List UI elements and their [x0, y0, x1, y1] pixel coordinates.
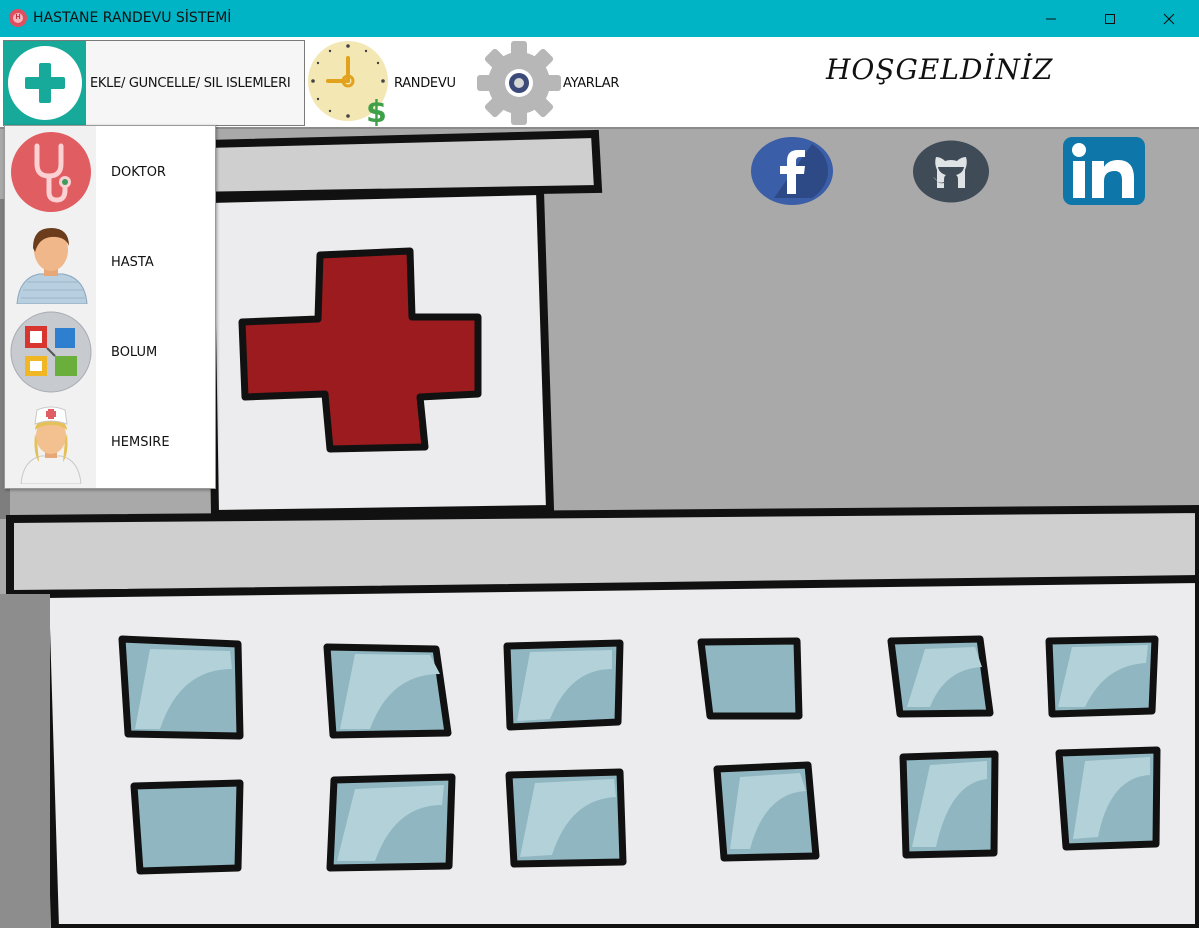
- github-icon[interactable]: [912, 140, 990, 203]
- menu-item-hasta[interactable]: HASTA: [5, 217, 215, 307]
- app-window: H HASTANE RANDEVU SİSTEMİ EKLE/ GUNCELLE…: [0, 0, 1199, 928]
- linkedin-icon[interactable]: [1062, 136, 1146, 206]
- menu-label-bolum: BOLUM: [111, 344, 158, 360]
- clock-dollar-icon: $: [308, 41, 388, 126]
- menu-label-doktor: DOKTOR: [111, 164, 166, 180]
- department-icon: [5, 307, 96, 397]
- welcome-text: HOŞGELDİNİZ: [826, 53, 1054, 86]
- menu-label-hemsire: HEMSIRE: [111, 434, 170, 450]
- svg-text:$: $: [366, 95, 387, 126]
- menu-item-bolum[interactable]: BOLUM: [5, 307, 215, 397]
- ekle-guncelle-sil-button[interactable]: EKLE/ GUNCELLE/ SIL ISLEMLERI: [3, 40, 305, 126]
- ayarlar-button[interactable]: AYARLAR: [477, 40, 637, 126]
- menu-item-doktor[interactable]: DOKTOR: [5, 127, 215, 217]
- nurse-icon: [5, 397, 96, 487]
- close-button[interactable]: [1140, 0, 1198, 37]
- menu-item-hemsire[interactable]: HEMSIRE: [5, 397, 215, 487]
- maximize-button[interactable]: [1081, 0, 1139, 37]
- facebook-icon[interactable]: [750, 136, 834, 206]
- minimize-icon: [1046, 18, 1056, 19]
- window-title: HASTANE RANDEVU SİSTEMİ: [33, 10, 232, 26]
- plus-icon: [4, 41, 86, 125]
- ayarlar-label: AYARLAR: [563, 75, 620, 91]
- maximize-icon: [1105, 13, 1115, 24]
- randevu-label: RANDEVU: [394, 75, 456, 91]
- app-logo-icon: H: [9, 9, 27, 27]
- stethoscope-icon: [5, 127, 96, 217]
- ekle-dropdown-menu: DOKTOR HASTA BOLUM HEMSIRE: [4, 125, 216, 489]
- patient-icon: [5, 217, 96, 307]
- toolbar: EKLE/ GUNCELLE/ SIL ISLEMLERI $ RANDEVU: [0, 37, 1199, 129]
- ekle-guncelle-sil-label: EKLE/ GUNCELLE/ SIL ISLEMLERI: [90, 75, 291, 91]
- close-icon: [1163, 13, 1175, 24]
- gear-icon: [477, 41, 561, 125]
- minimize-button[interactable]: [1022, 0, 1080, 37]
- title-bar[interactable]: H HASTANE RANDEVU SİSTEMİ: [0, 0, 1199, 37]
- randevu-button[interactable]: $ RANDEVU: [306, 40, 476, 126]
- menu-label-hasta: HASTA: [111, 254, 154, 270]
